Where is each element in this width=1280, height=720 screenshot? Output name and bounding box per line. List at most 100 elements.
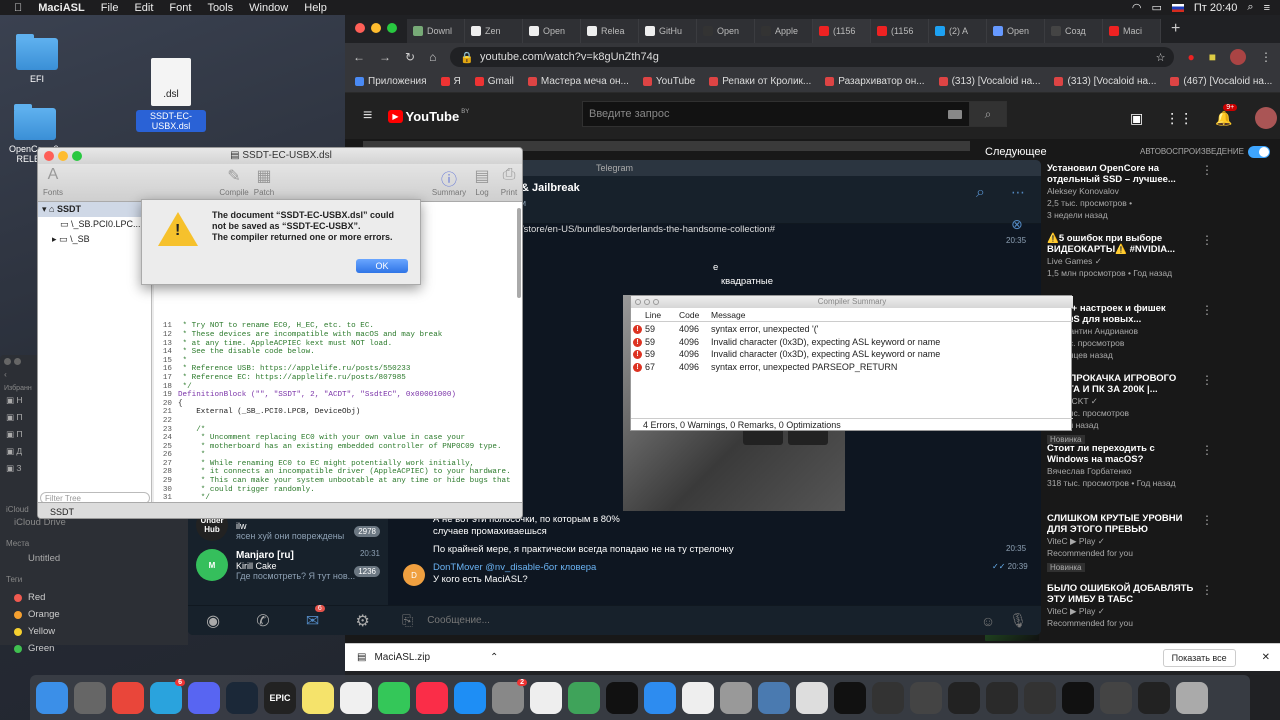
table-row[interactable]: ! 67 4096 syntax error, unexpected PARSEOP_…: [631, 361, 1073, 374]
menu-window[interactable]: Window: [249, 2, 288, 14]
menu-clock[interactable]: Пт 20:40: [1194, 2, 1238, 14]
search-icon[interactable]: ⌕: [1247, 1, 1253, 14]
contacts-icon[interactable]: ◉: [206, 611, 220, 631]
dock-epic-icon[interactable]: EPIC: [264, 681, 296, 714]
settings-gear-icon[interactable]: ⚙: [356, 611, 370, 631]
dock-win4-icon[interactable]: [948, 681, 980, 714]
bookmark-item[interactable]: (467) [Vocaloid на...: [1170, 76, 1272, 87]
dock-trash-icon[interactable]: [1176, 681, 1208, 714]
menu-help[interactable]: Help: [304, 2, 327, 14]
sidebar-item-4[interactable]: ▣ Д: [6, 443, 37, 460]
table-row[interactable]: ! 59 4096 Invalid character (0x3D), expecti…: [631, 336, 1073, 349]
sidebar-item-2[interactable]: ▣ П: [6, 409, 37, 426]
reload-icon[interactable]: ↻: [405, 50, 415, 64]
tab-6[interactable]: Apple: [755, 19, 813, 43]
dock-notes-icon[interactable]: [302, 681, 334, 714]
search-button[interactable]: ⌕: [969, 101, 1007, 127]
table-row[interactable]: ! 59 4096 syntax error, unexpected '(': [631, 323, 1073, 336]
bookmark-item[interactable]: Репаки от Кролик...: [709, 76, 811, 87]
sidebar-item-1[interactable]: ▣ Н: [6, 392, 37, 409]
untitled-item[interactable]: Untitled: [0, 553, 188, 571]
apps-grid-icon[interactable]: ⋮⋮: [1165, 110, 1193, 127]
menu-list-icon[interactable]: ≡: [1264, 2, 1270, 14]
minimize-window-button[interactable]: [58, 151, 68, 161]
channel-name[interactable]: Aleksey Konovalov: [1047, 185, 1197, 197]
dock-appstore-icon[interactable]: [454, 681, 486, 714]
battery-icon[interactable]: ▭: [1151, 1, 1161, 14]
address-bar[interactable]: 🔒 youtube.com/watch?v=k8gUnZth74g ☆: [450, 47, 1174, 67]
download-filename[interactable]: MaciASL.zip: [374, 652, 430, 663]
print-button[interactable]: ⎙ Print: [489, 166, 522, 197]
column-header[interactable]: Code: [679, 310, 699, 320]
flag-icon[interactable]: [1171, 3, 1184, 12]
apple-icon[interactable]: : [14, 2, 22, 14]
more-icon[interactable]: ⋮: [1201, 233, 1213, 301]
bell-icon[interactable]: 🔔 9+: [1215, 103, 1238, 127]
dock-telegram-icon[interactable]: 6: [150, 678, 185, 714]
tab-3[interactable]: Relea: [581, 19, 639, 43]
menu-font[interactable]: Font: [169, 2, 191, 14]
close-window-button[interactable]: [4, 358, 11, 365]
zoom-window-button[interactable]: [387, 23, 397, 33]
dock-pages-icon[interactable]: [682, 681, 714, 714]
bookmark-item[interactable]: Разархиватор он...: [825, 76, 925, 87]
youtube-logo[interactable]: YouTube: [406, 109, 460, 124]
chevron-up-icon[interactable]: ⌃: [490, 652, 498, 663]
extension-icon[interactable]: ●: [1188, 50, 1195, 64]
dock-steam-icon[interactable]: [226, 681, 258, 714]
close-window-button[interactable]: [44, 151, 54, 161]
more-icon[interactable]: ⋮: [1201, 583, 1213, 651]
dock-win5-icon[interactable]: [986, 681, 1018, 714]
bookmark-item[interactable]: Приложения: [355, 76, 427, 87]
more-icon[interactable]: ⋮: [1201, 163, 1213, 231]
column-header[interactable]: Message: [711, 310, 746, 320]
tab-9[interactable]: (2) A: [929, 19, 987, 43]
tab-10[interactable]: Open: [987, 19, 1045, 43]
close-window-button[interactable]: [355, 23, 365, 33]
phone-icon[interactable]: ✆: [256, 611, 269, 631]
menu-app-name[interactable]: MaciASL: [38, 2, 84, 14]
dock-discord-icon[interactable]: [188, 681, 220, 714]
dock-launchpad-icon[interactable]: [74, 681, 106, 714]
close-circle-icon[interactable]: ⊗: [1011, 216, 1023, 233]
icloud-drive-item[interactable]: iCloud Drive: [0, 517, 188, 533]
bookmark-item[interactable]: Gmail: [474, 76, 514, 87]
video-title[interactable]: Установил OpenCore на отдельный SSD – лу…: [1047, 163, 1197, 185]
tab-1[interactable]: Zen: [465, 19, 523, 43]
bookmark-item[interactable]: (313) [Vocaloid на...: [938, 76, 1040, 87]
tab-4[interactable]: GitHu: [639, 19, 697, 43]
more-icon[interactable]: ⋮: [1201, 513, 1213, 581]
dock-facetime-icon[interactable]: [378, 681, 410, 714]
minimize-window-button[interactable]: [14, 358, 21, 365]
star-icon[interactable]: ☆: [1156, 51, 1166, 64]
dock-win6-icon[interactable]: [1024, 681, 1056, 714]
wifi-icon[interactable]: ◠: [1132, 1, 1142, 14]
autoplay-toggle[interactable]: [1248, 146, 1270, 158]
dock-textedit-icon[interactable]: [530, 681, 562, 714]
zoom-window-button[interactable]: [72, 151, 82, 161]
tab-5[interactable]: Open: [697, 19, 755, 43]
message-link[interactable]: /store/en-US/bundles/borderlands-the-han…: [521, 224, 775, 235]
home-icon[interactable]: ⌂: [429, 50, 436, 64]
dock-win9-icon[interactable]: [1138, 681, 1170, 714]
minimize-window-button[interactable]: [644, 299, 650, 305]
dock-migration-icon[interactable]: [720, 681, 752, 714]
dock-win1-icon[interactable]: [834, 681, 866, 714]
dock-chrome-icon[interactable]: [112, 681, 144, 714]
tree-item-sb[interactable]: ▸ ▭ \_SB: [38, 232, 151, 247]
menu-file[interactable]: File: [101, 2, 119, 14]
video-title[interactable]: СЛИШКОМ КРУТЫЕ УРОВНИ ДЛЯ ЭТОГО ПРЕВЬЮ: [1047, 513, 1197, 535]
back-icon[interactable]: ‹: [0, 369, 37, 385]
tab-0[interactable]: Downl: [407, 19, 465, 43]
hamburger-icon[interactable]: ≡: [363, 107, 372, 125]
bookmark-item[interactable]: Мастера меча он...: [527, 76, 629, 87]
sidebar-item-5[interactable]: ▣ З: [6, 460, 37, 477]
tab-7[interactable]: (1156: [813, 19, 871, 43]
back-icon[interactable]: ←: [353, 50, 365, 64]
tag-item[interactable]: Orange: [0, 606, 188, 623]
tab-2[interactable]: Open: [523, 19, 581, 43]
close-icon[interactable]: ✕: [1262, 652, 1270, 663]
menu-kebab-icon[interactable]: ⋮: [1260, 50, 1272, 64]
forward-icon[interactable]: →: [379, 50, 391, 64]
extension-icon-2[interactable]: ■: [1209, 50, 1216, 64]
